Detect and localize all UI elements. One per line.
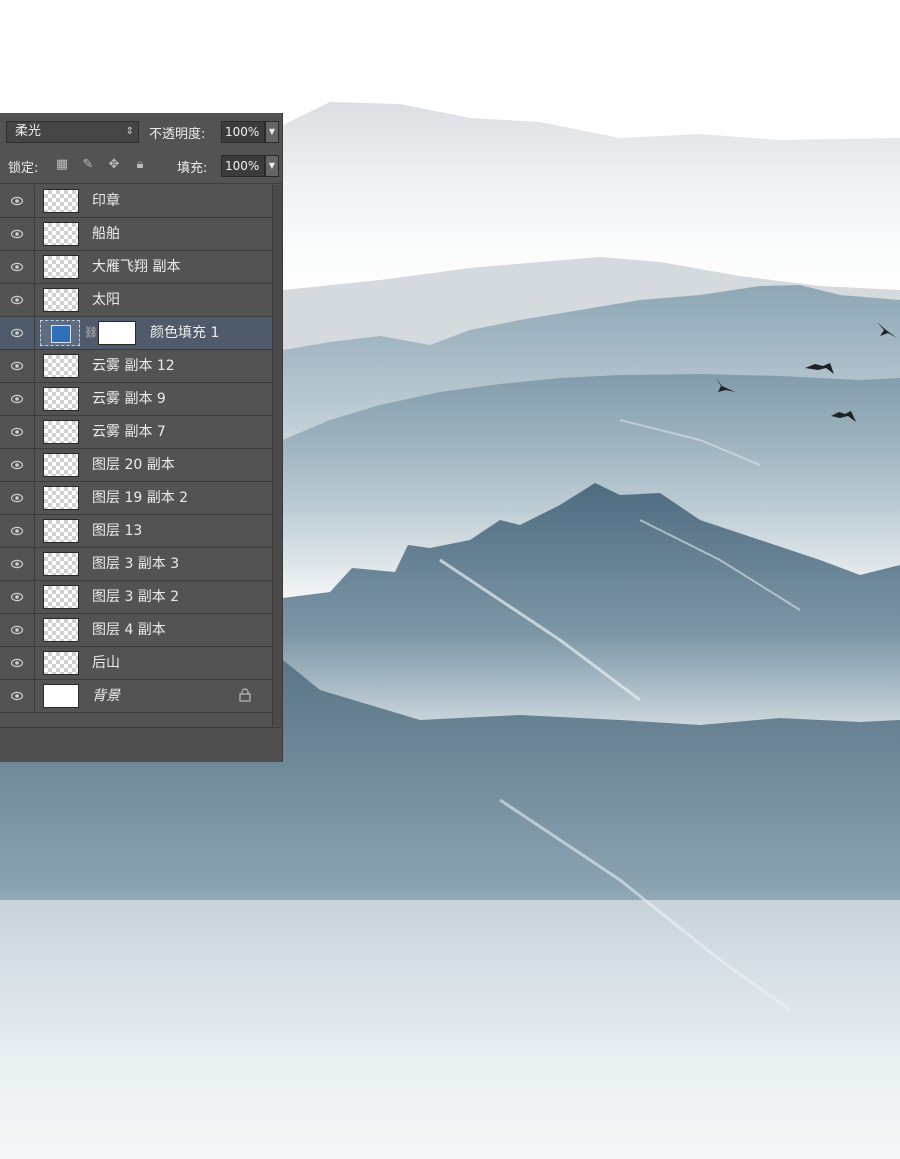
visibility-eye-icon[interactable] [0,515,35,547]
visibility-eye-icon[interactable] [0,680,35,712]
layer-row[interactable]: 图层 3 副本 3 [0,548,272,581]
blend-mode-select[interactable]: 柔光 ⇕ [6,121,139,143]
visibility-eye-icon[interactable] [0,350,35,382]
color-swatch [51,325,71,343]
layer-name: 背景 [92,688,120,704]
layer-name: 图层 19 副本 2 [92,490,189,506]
opacity-input[interactable]: 100% [221,121,265,143]
layer-name: 图层 4 副本 [92,622,166,638]
updown-arrow-icon: ⇕ [125,126,134,137]
fill-label: 填充: [177,161,208,176]
layer-thumbnail[interactable] [43,288,79,312]
layer-row[interactable]: 大雁飞翔 副本 [0,251,272,284]
layer-row[interactable]: 云雾 副本 9 [0,383,272,416]
layer-mask-thumbnail[interactable] [98,321,136,345]
layer-list-scrollbar[interactable] [272,185,282,726]
layer-list: 印章船舶大雁飞翔 副本 太阳 ⛓ 颜色填充 1 云雾 副本 12 云雾 副本 9 云雾 副本… [0,185,272,713]
layer-row[interactable]: 背景 [0,680,272,713]
layer-row[interactable]: 云雾 副本 7 [0,416,272,449]
layer-row[interactable]: 图层 20 副本 [0,449,272,482]
layer-thumbnail[interactable] [43,420,79,444]
layer-name: 图层 20 副本 [92,457,175,473]
layer-name: 云雾 副本 7 [92,424,166,440]
layer-row[interactable]: 图层 3 副本 2 [0,581,272,614]
layer-thumbnail[interactable] [43,684,79,708]
layer-row[interactable]: 图层 13 [0,515,272,548]
visibility-eye-icon[interactable] [0,317,35,349]
visibility-eye-icon[interactable] [0,614,35,646]
lock-label: 锁定: [8,161,39,176]
layer-thumbnail[interactable] [43,255,79,279]
layer-row[interactable]: 船舶 [0,218,272,251]
layer-thumbnail[interactable] [43,486,79,510]
layer-name: 太阳 [92,292,120,308]
layer-name: 图层 13 [92,523,143,539]
layer-name: 颜色填充 1 [150,325,220,341]
visibility-eye-icon[interactable] [0,647,35,679]
visibility-eye-icon[interactable] [0,548,35,580]
lock-transparent-pixels-icon[interactable]: ▦ [54,157,70,173]
visibility-eye-icon[interactable] [0,482,35,514]
layer-thumbnail[interactable] [43,453,79,477]
layer-name: 图层 3 副本 3 [92,556,180,572]
layer-row[interactable]: 图层 4 副本 [0,614,272,647]
layer-thumbnail[interactable] [43,585,79,609]
lock-position-move-icon[interactable]: ✥ [106,157,122,173]
fill-input[interactable]: 100% [221,155,265,177]
visibility-eye-icon[interactable] [0,218,35,250]
visibility-eye-icon[interactable] [0,251,35,283]
blend-mode-value: 柔光 [15,124,42,139]
visibility-eye-icon[interactable] [0,383,35,415]
visibility-eye-icon[interactable] [0,284,35,316]
fill-dropdown-button[interactable]: ▼ [265,155,279,177]
layer-thumbnail[interactable] [43,618,79,642]
color-fill-thumbnail[interactable] [40,320,80,346]
layer-thumbnail[interactable] [43,354,79,378]
layer-name: 船舶 [92,226,120,242]
lock-all-icon[interactable]: 🔒︎ [132,157,148,173]
layer-row[interactable]: 后山 [0,647,272,680]
layer-thumbnail[interactable] [43,552,79,576]
layers-panel-options: 柔光 ⇕ 不透明度: 100% ▼ 锁定: ▦ ✎ ✥ 🔒︎ 填充: 100% … [0,113,282,184]
layer-thumbnail[interactable] [43,387,79,411]
lock-image-pixels-brush-icon[interactable]: ✎ [80,157,96,173]
layer-name: 云雾 副本 12 [92,358,175,374]
layers-panel: 柔光 ⇕ 不透明度: 100% ▼ 锁定: ▦ ✎ ✥ 🔒︎ 填充: 100% … [0,113,283,762]
layer-name: 图层 3 副本 2 [92,589,180,605]
layer-row[interactable]: ⛓ 颜色填充 1 [0,317,272,350]
layer-thumbnail[interactable] [43,222,79,246]
layer-thumbnail[interactable] [43,189,79,213]
opacity-label: 不透明度: [149,127,206,142]
layer-name: 印章 [92,193,120,209]
visibility-eye-icon[interactable] [0,185,35,217]
visibility-eye-icon[interactable] [0,416,35,448]
layer-row[interactable]: 图层 19 副本 2 [0,482,272,515]
layers-panel-footer [0,727,282,762]
layer-thumbnail[interactable] [43,651,79,675]
layer-thumbnail[interactable] [43,519,79,543]
layer-row[interactable]: 印章 [0,185,272,218]
opacity-dropdown-button[interactable]: ▼ [265,121,279,143]
layer-name: 大雁飞翔 副本 [92,259,181,275]
layer-row[interactable]: 太阳 [0,284,272,317]
layer-name: 云雾 副本 9 [92,391,166,407]
layer-row[interactable]: 云雾 副本 12 [0,350,272,383]
visibility-eye-icon[interactable] [0,581,35,613]
visibility-eye-icon[interactable] [0,449,35,481]
layer-name: 后山 [92,655,120,671]
link-chain-icon[interactable]: ⛓ [84,325,98,341]
layer-lock-icon [238,688,254,704]
